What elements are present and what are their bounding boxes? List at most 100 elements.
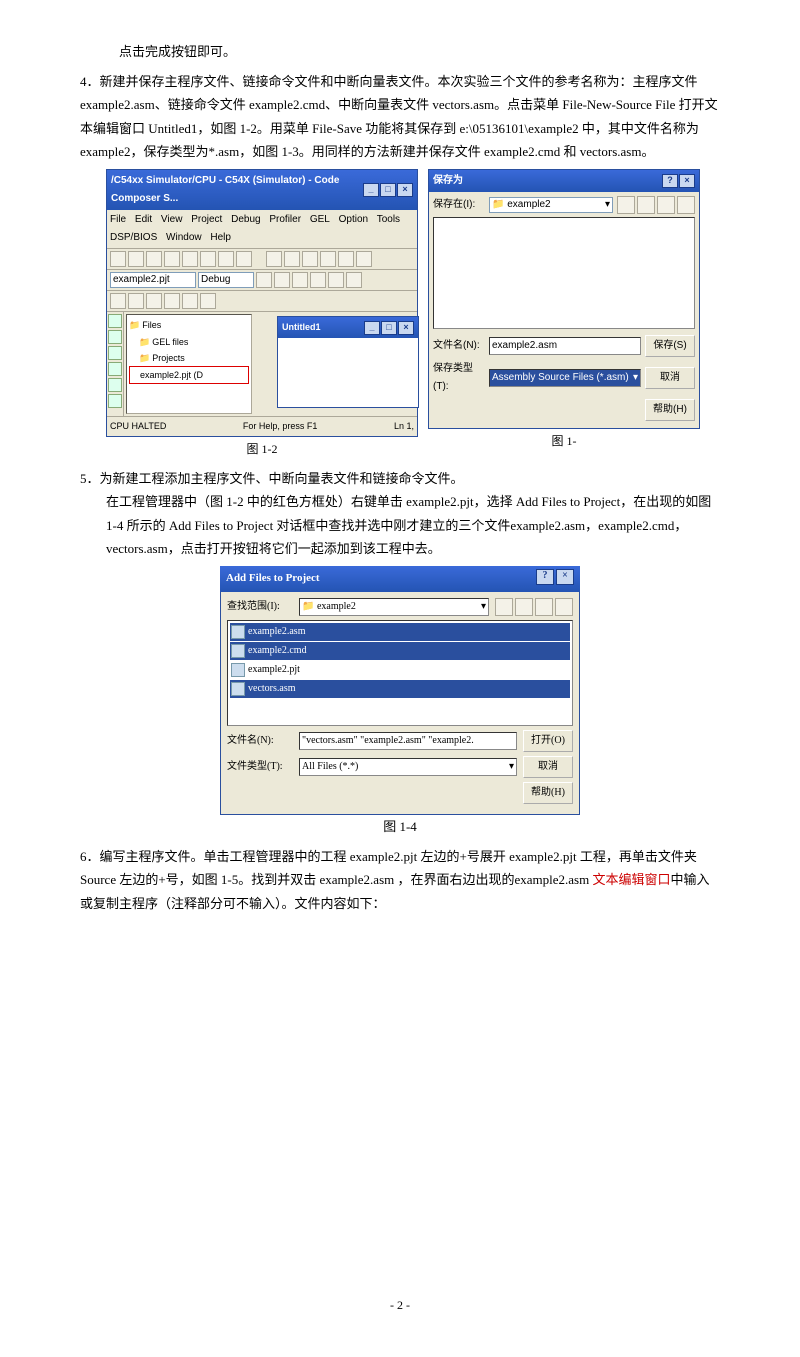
figure-1-2-caption: 图 1-2 — [247, 439, 278, 461]
tb-icon[interactable] — [310, 272, 326, 288]
tb-save-icon[interactable] — [146, 251, 162, 267]
menu-window[interactable]: Window — [166, 232, 202, 243]
menu-view[interactable]: View — [161, 214, 183, 225]
tb-cut-icon[interactable] — [164, 251, 180, 267]
views-icon[interactable] — [555, 598, 573, 616]
minimize-button[interactable]: _ — [363, 183, 379, 197]
untitled-window[interactable]: Untitled1 _ □ × — [277, 316, 419, 408]
project-combo[interactable]: example2.pjt — [110, 272, 196, 288]
menu-dspbios[interactable]: DSP/BIOS — [110, 232, 157, 243]
side-icon[interactable] — [108, 394, 122, 408]
menu-debug[interactable]: Debug — [231, 214, 260, 225]
tb-icon[interactable] — [346, 272, 362, 288]
tb-find-icon[interactable] — [266, 251, 282, 267]
step-6: 6．编写主程序文件。单击工程管理器中的工程 example2.pjt 左边的+号… — [80, 845, 720, 915]
help-button[interactable]: 帮助(H) — [523, 782, 573, 804]
tb-icon[interactable] — [164, 293, 180, 309]
close-button[interactable]: × — [397, 183, 413, 197]
tb-icon[interactable] — [284, 251, 300, 267]
save-in-label: 保存在(I): — [433, 196, 485, 214]
side-icon[interactable] — [108, 378, 122, 392]
list-item-label: vectors.asm — [248, 680, 296, 698]
type-combo[interactable]: All Files (*.*) ▾ — [299, 758, 517, 776]
menu-profiler[interactable]: Profiler — [269, 214, 301, 225]
tree-root[interactable]: Files — [129, 317, 249, 333]
list-item[interactable]: example2.pjt — [230, 661, 570, 679]
side-icon[interactable] — [108, 362, 122, 376]
minimize-button[interactable]: _ — [364, 321, 380, 335]
type-combo[interactable]: Assembly Source Files (*.asm) ▾ — [489, 369, 641, 387]
menu-option[interactable]: Option — [339, 214, 368, 225]
newfolder-icon[interactable] — [535, 598, 553, 616]
tb-icon[interactable] — [128, 293, 144, 309]
tb-icon[interactable] — [182, 293, 198, 309]
tb-icon[interactable] — [302, 251, 318, 267]
type-value: All Files (*.*) — [302, 760, 358, 774]
project-tree[interactable]: Files GEL files Projects example2.pjt (D — [126, 314, 252, 414]
tb-redo-icon[interactable] — [236, 251, 252, 267]
config-combo[interactable]: Debug — [198, 272, 254, 288]
lookin-combo[interactable]: 📁 example2 ▾ — [299, 598, 489, 616]
tb-open-icon[interactable] — [128, 251, 144, 267]
side-icon[interactable] — [108, 330, 122, 344]
help-button[interactable]: ? — [536, 569, 554, 585]
close-button[interactable]: × — [679, 174, 695, 188]
saveas-file-list[interactable] — [433, 217, 695, 329]
tb-undo-icon[interactable] — [218, 251, 234, 267]
help-button[interactable]: 帮助(H) — [645, 399, 695, 421]
menu-file[interactable]: File — [110, 214, 126, 225]
tb-new-icon[interactable] — [110, 251, 126, 267]
close-button[interactable]: × — [556, 569, 574, 585]
tb-icon[interactable] — [200, 293, 216, 309]
maximize-button[interactable]: □ — [381, 321, 397, 335]
type-label: 文件类型(T): — [227, 758, 293, 776]
tb-icon[interactable] — [292, 272, 308, 288]
tb-icon[interactable] — [338, 251, 354, 267]
tree-item[interactable]: Projects — [129, 350, 249, 366]
help-button[interactable]: ? — [662, 174, 678, 188]
menu-tools[interactable]: Tools — [377, 214, 400, 225]
list-item[interactable]: example2.asm — [230, 623, 570, 641]
saveas-title-bar: 保存为 ? × — [429, 170, 699, 192]
menu-edit[interactable]: Edit — [135, 214, 152, 225]
newfolder-icon[interactable] — [657, 196, 675, 214]
file-icon — [231, 644, 245, 658]
tb-icon[interactable] — [110, 293, 126, 309]
side-icon[interactable] — [108, 314, 122, 328]
addfiles-file-list[interactable]: example2.asm example2.cmd example2.pjt v… — [227, 620, 573, 726]
tb-paste-icon[interactable] — [200, 251, 216, 267]
tb-icon[interactable] — [320, 251, 336, 267]
cancel-button[interactable]: 取消 — [523, 756, 573, 778]
close-button[interactable]: × — [398, 321, 414, 335]
views-icon[interactable] — [677, 196, 695, 214]
maximize-button[interactable]: □ — [380, 183, 396, 197]
tb-build-icon[interactable] — [256, 272, 272, 288]
chevron-down-icon: ▾ — [509, 760, 514, 774]
filename-input[interactable]: "vectors.asm" "example2.asm" "example2. — [299, 732, 517, 750]
up-icon[interactable] — [515, 598, 533, 616]
menu-help[interactable]: Help — [210, 232, 231, 243]
up-icon[interactable] — [637, 196, 655, 214]
addfiles-title-bar: Add Files to Project ? × — [220, 566, 580, 592]
save-in-combo[interactable]: 📁 example2 ▾ — [489, 197, 613, 213]
side-icon[interactable] — [108, 346, 122, 360]
tree-item[interactable]: GEL files — [129, 334, 249, 350]
save-button[interactable]: 保存(S) — [645, 335, 695, 357]
open-button[interactable]: 打开(O) — [523, 730, 573, 752]
ccs-menu-bar[interactable]: File Edit View Project Debug Profiler GE… — [107, 210, 417, 249]
menu-gel[interactable]: GEL — [310, 214, 330, 225]
tb-icon[interactable] — [328, 272, 344, 288]
tb-rebuild-icon[interactable] — [274, 272, 290, 288]
cancel-button[interactable]: 取消 — [645, 367, 695, 389]
list-item[interactable]: vectors.asm — [230, 680, 570, 698]
back-icon[interactable] — [495, 598, 513, 616]
tb-icon[interactable] — [356, 251, 372, 267]
list-item[interactable]: example2.cmd — [230, 642, 570, 660]
tb-icon[interactable] — [146, 293, 162, 309]
ccs-side-icons — [107, 312, 124, 416]
tree-item-project[interactable]: example2.pjt (D — [129, 366, 249, 384]
menu-project[interactable]: Project — [191, 214, 222, 225]
filename-input[interactable]: example2.asm — [489, 337, 641, 355]
back-icon[interactable] — [617, 196, 635, 214]
tb-copy-icon[interactable] — [182, 251, 198, 267]
